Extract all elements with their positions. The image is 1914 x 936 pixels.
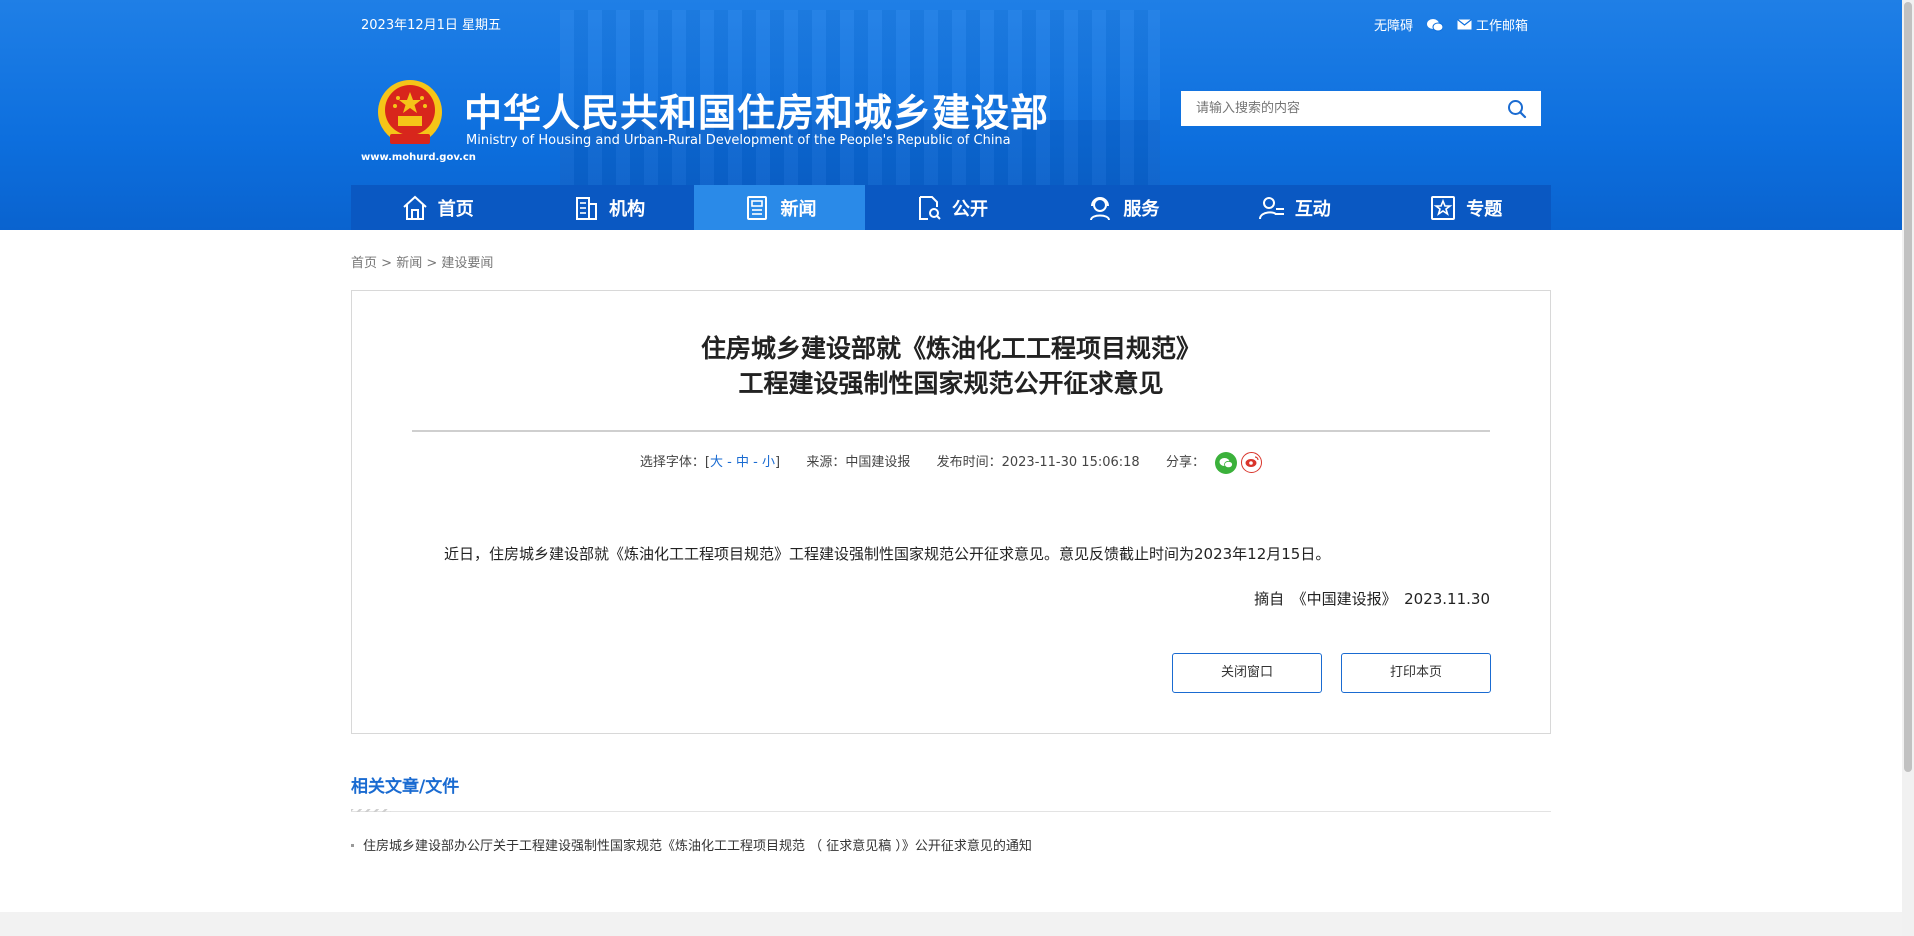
top-links: 无障碍 工作邮箱 [1374, 15, 1528, 34]
page-scrollbar[interactable] [1902, 0, 1914, 936]
nav-label: 服务 [1123, 198, 1160, 220]
nav-item-interaction[interactable]: 互动 [1208, 185, 1379, 230]
user-interaction-icon [1258, 196, 1284, 219]
related-divider [351, 811, 1551, 812]
nav-item-news[interactable]: 新闻 [693, 185, 866, 230]
close-window-button[interactable]: 关闭窗口 [1172, 653, 1322, 693]
font-size-dash: - [753, 455, 758, 470]
article-excerpt-source: 摘自 《中国建设报》 2023.11.30 [1254, 590, 1490, 608]
font-size-large[interactable]: 大 [710, 455, 723, 470]
nav-item-organization[interactable]: 机构 [522, 185, 693, 230]
article-title: 住房城乡建设部就《炼油化工工程项目规范》 工程建设强制性国家规范公开征求意见 [352, 331, 1550, 401]
nav-item-topics[interactable]: 专题 [1380, 185, 1551, 230]
title-divider [412, 430, 1490, 432]
scrollbar-thumb[interactable] [1904, 2, 1912, 772]
footer-strip [0, 912, 1902, 936]
national-emblem-icon [376, 78, 444, 150]
site-header: 2023年12月1日 星期五 无障碍 工作邮箱 中华人民共和国住房和城乡建设部 … [0, 0, 1902, 230]
current-date: 2023年12月1日 星期五 [361, 18, 502, 33]
article-meta: 选择字体：[大 - 中 - 小] 来源：中国建设报 发布时间：2023-11-3… [352, 451, 1550, 474]
breadcrumb-separator: > [381, 256, 393, 271]
related-articles-title: 相关文章/文件 [351, 777, 460, 797]
font-size-medium[interactable]: 中 [736, 455, 749, 470]
font-size-dash: - [727, 455, 732, 470]
nav-label: 公开 [951, 198, 988, 220]
customer-service-icon [1090, 196, 1111, 220]
share-buttons [1215, 451, 1263, 474]
related-list-item[interactable]: 住房城乡建设部办公厅关于工程建设强制性国家规范《炼油化工工程项目规范 （ 征求意… [351, 835, 1032, 854]
breadcrumb-home[interactable]: 首页 [351, 256, 377, 271]
nav-label: 新闻 [780, 198, 817, 220]
breadcrumb: 首页 > 新闻 > 建设要闻 [351, 252, 493, 271]
accessibility-link[interactable]: 无障碍 [1374, 15, 1413, 34]
document-search-icon [918, 195, 941, 220]
ministry-title-en: Ministry of Housing and Urban-Rural Deve… [466, 133, 1011, 148]
mail-icon [1457, 19, 1472, 30]
newspaper-icon [746, 195, 767, 220]
article-source: 来源：中国建设报 [806, 455, 911, 470]
nav-label: 机构 [609, 198, 646, 220]
site-url: www.mohurd.gov.cn [361, 152, 476, 163]
building-icon [576, 196, 598, 220]
related-item-link[interactable]: 住房城乡建设部办公厅关于工程建设强制性国家规范《炼油化工工程项目规范 （ 征求意… [363, 839, 1032, 854]
nav-item-home[interactable]: 首页 [351, 185, 522, 230]
mail-link-label: 工作邮箱 [1475, 19, 1528, 34]
breadcrumb-separator: > [426, 256, 438, 271]
font-size-small[interactable]: 小 [762, 455, 775, 470]
article-container: 住房城乡建设部就《炼油化工工程项目规范》 工程建设强制性国家规范公开征求意见 选… [351, 290, 1551, 734]
bullet-icon [351, 843, 354, 847]
star-icon [1431, 195, 1456, 220]
related-divider-hatch [351, 809, 391, 812]
font-size-label: 选择字体：[ [639, 455, 710, 470]
share-label: 分享： [1165, 455, 1205, 470]
publish-time: 发布时间：2023-11-30 15:06:18 [936, 455, 1140, 470]
main-nav: 首页 机构 新闻 公开 服务 互动 专题 [351, 185, 1551, 230]
search-box [1181, 91, 1541, 126]
nav-item-service[interactable]: 服务 [1037, 185, 1208, 230]
search-icon[interactable] [1507, 99, 1527, 119]
print-page-button[interactable]: 打印本页 [1341, 653, 1491, 693]
nav-item-public[interactable]: 公开 [865, 185, 1036, 230]
wechat-share-icon[interactable] [1215, 451, 1238, 474]
wechat-icon[interactable] [1426, 18, 1443, 32]
breadcrumb-news[interactable]: 新闻 [396, 256, 422, 271]
nav-label: 互动 [1294, 198, 1331, 220]
article-title-line1: 住房城乡建设部就《炼油化工工程项目规范》 [700, 334, 1201, 363]
article-title-line2: 工程建设强制性国家规范公开征求意见 [738, 369, 1164, 398]
nav-label: 首页 [437, 198, 474, 220]
breadcrumb-section[interactable]: 建设要闻 [441, 256, 493, 271]
nav-label: 专题 [1466, 198, 1503, 220]
search-input[interactable] [1181, 91, 1496, 126]
font-size-bracket: ] [774, 455, 781, 470]
article-body: 近日，住房城乡建设部就《炼油化工工程项目规范》工程建设强制性国家规范公开征求意见… [444, 545, 1331, 563]
home-icon [403, 195, 427, 220]
ministry-title-cn[interactable]: 中华人民共和国住房和城乡建设部 [464, 82, 1049, 137]
mail-link[interactable]: 工作邮箱 [1457, 15, 1528, 34]
weibo-share-icon[interactable] [1241, 451, 1263, 473]
